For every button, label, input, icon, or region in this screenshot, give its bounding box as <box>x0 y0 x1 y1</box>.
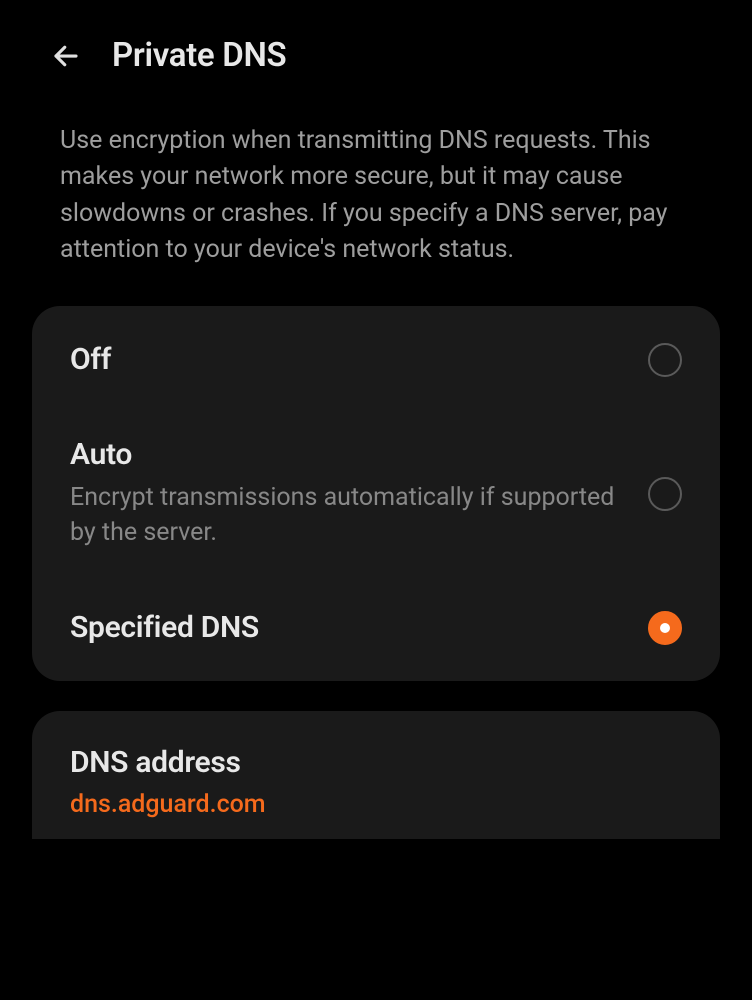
option-off-title: Off <box>70 342 628 377</box>
option-specified-content: Specified DNS <box>70 610 648 645</box>
dns-address-card[interactable]: DNS address dns.adguard.com <box>32 711 720 839</box>
option-auto-title: Auto <box>70 437 628 472</box>
radio-auto[interactable] <box>648 477 682 511</box>
radio-specified[interactable] <box>648 611 682 645</box>
option-auto-content: Auto Encrypt transmissions automatically… <box>70 437 648 550</box>
header: Private DNS <box>0 0 752 99</box>
back-icon[interactable] <box>50 40 82 72</box>
dns-mode-card: Off Auto Encrypt transmissions automatic… <box>32 306 720 681</box>
option-auto-subtitle: Encrypt transmissions automatically if s… <box>70 480 628 550</box>
dns-address-label: DNS address <box>70 745 682 780</box>
option-specified[interactable]: Specified DNS <box>32 580 720 675</box>
option-specified-title: Specified DNS <box>70 610 628 645</box>
page-description: Use encryption when transmitting DNS req… <box>0 99 752 298</box>
page-title: Private DNS <box>112 36 286 75</box>
radio-off[interactable] <box>648 343 682 377</box>
option-off-content: Off <box>70 342 648 377</box>
dns-address-value: dns.adguard.com <box>70 790 682 819</box>
option-off[interactable]: Off <box>32 312 720 407</box>
option-auto[interactable]: Auto Encrypt transmissions automatically… <box>32 407 720 580</box>
